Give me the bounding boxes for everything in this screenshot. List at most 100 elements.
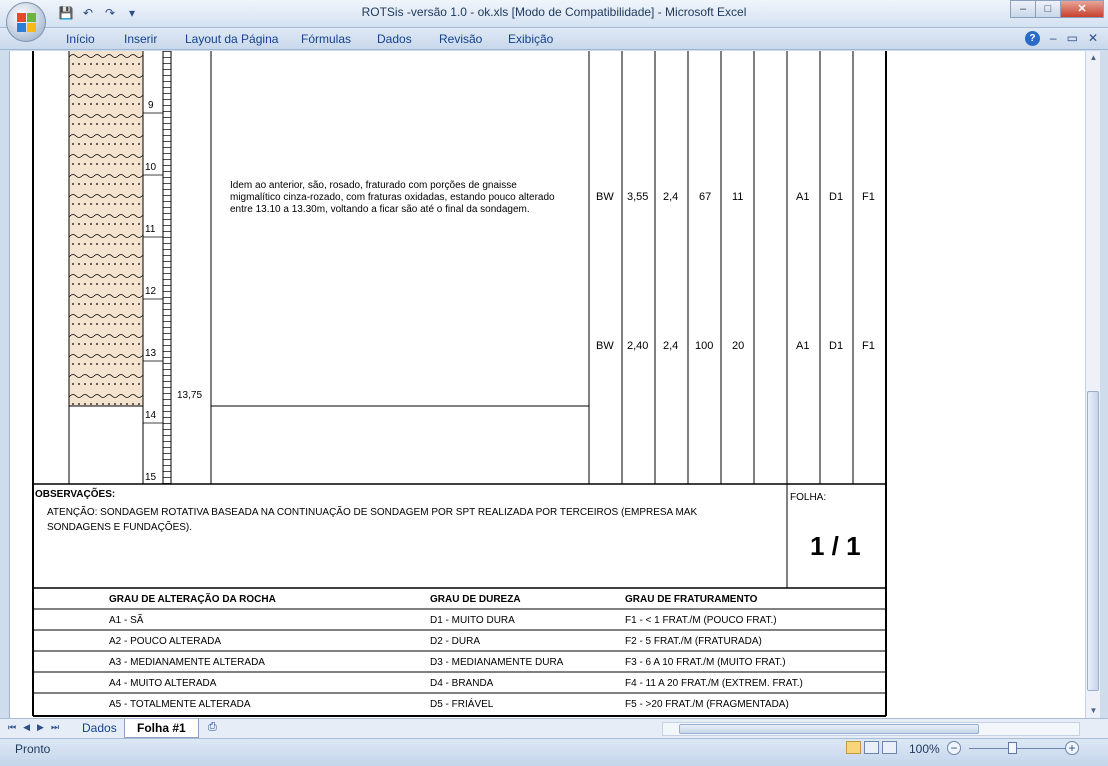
diameter-cell: BW — [596, 340, 614, 352]
zoom-in-button[interactable]: + — [1065, 741, 1079, 755]
minimize-button[interactable]: – — [1010, 0, 1036, 18]
worksheet-area[interactable]: 9 10 11 12 13 14 15 13,75 Idem ao anteri… — [9, 51, 1085, 718]
scroll-down-icon[interactable]: ▼ — [1086, 704, 1101, 718]
legend-cell: D4 - BRANDA — [430, 678, 494, 689]
zoom-out-button[interactable]: − — [947, 741, 961, 755]
depth-label: 9 — [148, 100, 154, 111]
view-switcher — [846, 741, 897, 754]
sheet-tab-folha-1[interactable]: Folha #1 — [124, 719, 199, 738]
office-button[interactable] — [6, 2, 46, 42]
sheet-tabs-bar: ⏮ ◀ ▶ ⏭ Dados Folha #1 ⎙ — [0, 718, 1108, 738]
ribbon-restore-button[interactable]: ▭ — [1067, 31, 1078, 46]
tab-revisao[interactable]: Revisão — [439, 32, 482, 46]
fracture-cell: F1 — [862, 191, 875, 203]
vertical-scrollbar[interactable]: ▲ ▼ — [1085, 51, 1100, 718]
tab-dados[interactable]: Dados — [377, 32, 412, 46]
legend-cell: D2 - DURA — [430, 636, 481, 647]
percent-cell: 67 — [699, 191, 712, 203]
legend-cell: A5 - TOTALMENTE ALTERADA — [109, 699, 251, 710]
legend-cell: F1 - < 1 FRAT./M (POUCO FRAT.) — [625, 615, 777, 626]
hardness-cell: D1 — [829, 340, 844, 352]
close-button[interactable]: ✕ — [1060, 0, 1104, 18]
diameter-cell: BW — [596, 191, 614, 203]
depth-label: 15 — [145, 472, 157, 483]
legend-header-alteration: GRAU DE ALTERAÇÃO DA ROCHA — [109, 594, 276, 605]
depth-label: 11 — [145, 224, 156, 235]
zoom-level[interactable]: 100% — [909, 742, 940, 756]
office-logo-icon — [17, 13, 37, 33]
rqd-cell: 20 — [732, 340, 745, 352]
next-sheet-icon[interactable]: ▶ — [37, 722, 44, 733]
restore-button[interactable]: □ — [1035, 0, 1061, 18]
legend-cell: D3 - MEDIANAMENTE DURA — [430, 657, 564, 668]
depth-label: 12 — [145, 286, 157, 297]
legend-header-fracture: GRAU DE FRATURAMENTO — [625, 594, 758, 605]
rqd-cell: 11 — [732, 191, 744, 203]
legend-cell: A1 - SÃ — [109, 615, 144, 626]
window-edge — [1100, 51, 1108, 718]
end-depth-label: 13,75 — [177, 390, 203, 401]
legend-cell: A4 - MUITO ALTERADA — [109, 678, 217, 689]
borehole-log — [32, 51, 887, 717]
legend-cell: F2 - 5 FRAT./M (FRATURADA) — [625, 636, 762, 647]
legend-cell: F5 - >20 FRAT./M (FRAGMENTADA) — [625, 699, 789, 710]
insert-sheet-icon[interactable]: ⎙ — [196, 719, 229, 738]
recovery-cell: 2,4 — [663, 340, 679, 352]
description-line: migmalítico cinza-rozado, com fraturas o… — [230, 192, 555, 203]
observations-line: ATENÇÃO: SONDAGEM ROTATIVA BASEADA NA CO… — [47, 507, 698, 518]
description-line: entre 13.10 a 13.30m, voltando a ficar s… — [230, 204, 530, 215]
prev-sheet-icon[interactable]: ◀ — [23, 722, 30, 733]
depth-label: 13 — [145, 348, 157, 359]
window-title: ROTSis -versão 1.0 - ok.xls [Modo de Com… — [361, 5, 747, 19]
tab-exibicao[interactable]: Exibição — [508, 32, 553, 46]
horizontal-scroll-thumb[interactable] — [679, 724, 979, 734]
sheet-nav: ⏮ ◀ ▶ ⏭ — [8, 722, 59, 733]
legend-cell: F3 - 6 A 10 FRAT./M (MUITO FRAT.) — [625, 657, 786, 668]
excel-window: 💾 ↶ ↷ ▾ ROTSis -versão 1.0 - ok.xls [Mod… — [0, 0, 1108, 766]
legend-cell: A2 - POUCO ALTERADA — [109, 636, 222, 647]
depth-label: 14 — [145, 410, 157, 421]
title-bar: 💾 ↶ ↷ ▾ ROTSis -versão 1.0 - ok.xls [Mod… — [0, 0, 1108, 28]
tab-layout-da-pagina[interactable]: Layout da Página — [185, 32, 278, 46]
legend-header-hardness: GRAU DE DUREZA — [430, 594, 521, 605]
description-line: Idem ao anterior, são, rosado, fraturado… — [230, 180, 517, 191]
alteration-cell: A1 — [796, 191, 810, 203]
tab-inicio[interactable]: Início — [66, 32, 95, 46]
window-controls: – □ ✕ — [1010, 0, 1104, 18]
observations-heading: OBSERVAÇÕES: — [35, 489, 116, 500]
folha-label: FOLHA: — [790, 492, 827, 503]
horizontal-scrollbar[interactable] — [662, 722, 1080, 736]
fracture-cell: F1 — [862, 340, 875, 352]
ribbon-close-button[interactable]: ✕ — [1088, 31, 1098, 46]
alteration-cell: A1 — [796, 340, 810, 352]
tab-formulas[interactable]: Fórmulas — [301, 32, 351, 46]
legend-cell: F4 - 11 A 20 FRAT./M (EXTREM. FRAT.) — [625, 678, 803, 689]
vertical-scroll-thumb[interactable] — [1087, 391, 1099, 691]
advance-cell: 2,40 — [627, 340, 649, 352]
status-ready: Pronto — [15, 742, 51, 756]
folha-value: 1 / 1 — [810, 531, 861, 561]
rock-profile — [69, 51, 143, 406]
last-sheet-icon[interactable]: ⏭ — [51, 722, 59, 733]
zoom-slider-thumb[interactable] — [1008, 742, 1017, 754]
depth-label: 10 — [145, 162, 157, 173]
advance-cell: 3,55 — [627, 191, 649, 203]
first-sheet-icon[interactable]: ⏮ — [8, 722, 16, 733]
status-bar: Pronto 100% − + — [0, 738, 1108, 766]
zoom-slider-track[interactable] — [969, 748, 1065, 749]
page-layout-view-icon[interactable] — [864, 741, 879, 754]
percent-cell: 100 — [695, 340, 714, 352]
ribbon-controls: ? – ▭ ✕ — [1024, 31, 1098, 46]
sheet-tab-dados[interactable]: Dados — [70, 719, 129, 738]
legend-cell: D5 - FRIÁVEL — [430, 699, 494, 710]
ribbon-minimize-button[interactable]: – — [1050, 31, 1057, 46]
tab-inserir[interactable]: Inserir — [124, 32, 157, 46]
normal-view-icon[interactable] — [846, 741, 861, 754]
scroll-up-icon[interactable]: ▲ — [1086, 51, 1101, 65]
legend-cell: D1 - MUITO DURA — [430, 615, 515, 626]
ribbon-tabs: Início Inserir Layout da Página Fórmulas… — [0, 28, 1108, 50]
hardness-cell: D1 — [829, 191, 844, 203]
help-icon[interactable]: ? — [1024, 31, 1040, 46]
recovery-cell: 2,4 — [663, 191, 679, 203]
page-break-view-icon[interactable] — [882, 741, 897, 754]
